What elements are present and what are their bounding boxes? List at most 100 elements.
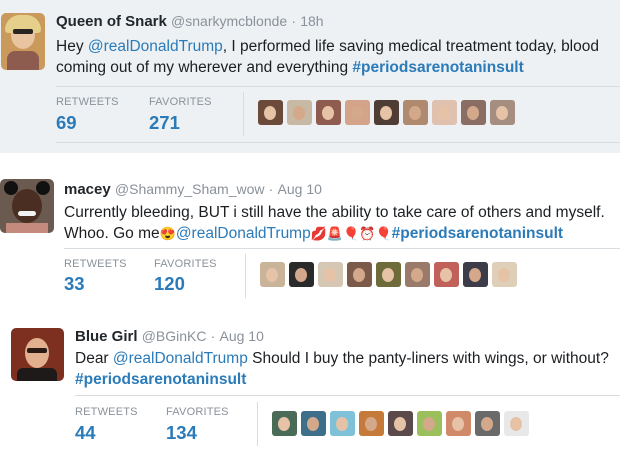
liker-avatar[interactable] [347,262,372,287]
text-segment: Should I buy the panty-liners with wings… [247,350,609,367]
liker-face [440,268,452,282]
retweets-count[interactable]: 44 [75,422,96,444]
mention-link[interactable]: @realDonaldTrump [176,225,311,242]
liker-avatar[interactable] [432,100,457,125]
liker-face [322,106,334,120]
liker-avatar[interactable] [330,411,355,436]
retweets-label: RETWEETS [64,258,127,270]
divider [64,248,620,249]
separator: · [291,13,297,29]
tweet-text: Hey @realDonaldTrump, I performed life s… [56,36,618,78]
liker-avatars [258,100,515,125]
retweets-label: RETWEETS [75,406,138,418]
liker-avatar[interactable] [272,411,297,436]
liker-avatar[interactable] [461,100,486,125]
text-segment: Dear [75,350,113,367]
liker-face [266,268,278,282]
liker-face [324,268,336,282]
liker-face [380,106,392,120]
liker-avatar[interactable] [504,411,529,436]
favorites-count[interactable]: 271 [149,112,180,134]
hashtag-link[interactable]: #periodsarenotaninsult [392,225,563,242]
divider [56,142,620,143]
favorites-label: FAVORITES [154,258,217,270]
display-name[interactable]: Queen of Snark [56,13,167,30]
liker-face [423,417,435,431]
favorites-count[interactable]: 134 [166,422,197,444]
text-segment: Hey [56,38,88,55]
liker-avatar[interactable] [376,262,401,287]
separator: · [210,328,216,344]
handle[interactable]: @Shammy_Sham_wow [115,181,265,197]
liker-face [278,417,290,431]
liker-face [467,106,479,120]
mention-link[interactable]: @realDonaldTrump [113,350,248,367]
liker-avatar[interactable] [417,411,442,436]
liker-face [409,106,421,120]
display-name[interactable]: Blue Girl [75,328,138,345]
handle[interactable]: @BGinKC [142,328,207,344]
liker-avatar[interactable] [318,262,343,287]
favorites-label: FAVORITES [166,406,229,418]
avatar[interactable] [0,179,54,233]
liker-face [469,268,481,282]
liker-avatar[interactable] [434,262,459,287]
tweet-3: Blue Girl @BGinKC · Aug 10 Dear @realDon… [0,312,620,465]
mention-link[interactable]: @realDonaldTrump [88,38,223,55]
liker-face [353,268,365,282]
emoji: 😍 [159,226,176,241]
liker-face [510,417,522,431]
liker-face [411,268,423,282]
tweet-text: Currently bleeding, BUT i still have the… [64,202,616,244]
liker-avatar[interactable] [359,411,384,436]
separator: · [268,181,274,197]
liker-avatar[interactable] [490,100,515,125]
liker-avatar[interactable] [475,411,500,436]
retweets-count[interactable]: 69 [56,112,77,134]
tweet-header: Blue Girl @BGinKC · Aug 10 [75,328,264,345]
liker-avatar[interactable] [345,100,370,125]
liker-avatars [260,262,517,287]
timestamp[interactable]: 18h [300,13,323,29]
stats-divider [245,254,246,298]
liker-face [382,268,394,282]
liker-face [498,268,510,282]
liker-avatar[interactable] [492,262,517,287]
avatar[interactable] [1,13,45,70]
liker-face [293,106,305,120]
liker-avatar[interactable] [289,262,314,287]
timestamp[interactable]: Aug 10 [278,181,322,197]
liker-avatar[interactable] [388,411,413,436]
retweets-label: RETWEETS [56,96,119,108]
liker-avatar[interactable] [260,262,285,287]
liker-avatar[interactable] [316,100,341,125]
timestamp[interactable]: Aug 10 [220,328,264,344]
avatar[interactable] [11,328,64,381]
liker-avatar[interactable] [287,100,312,125]
liker-avatar[interactable] [374,100,399,125]
liker-avatar[interactable] [403,100,428,125]
stats-divider [243,92,244,136]
liker-avatar[interactable] [405,262,430,287]
liker-face [264,106,276,120]
liker-avatar[interactable] [301,411,326,436]
liker-avatars [272,411,529,436]
hashtag-link[interactable]: #periodsarenotaninsult [352,59,523,76]
tweet-1: Queen of Snark @snarkymcblonde · 18h Hey… [0,0,620,153]
liker-avatar[interactable] [463,262,488,287]
tweet-header: Queen of Snark @snarkymcblonde · 18h [56,13,324,30]
divider [75,395,620,396]
hashtag-link[interactable]: #periodsarenotaninsult [75,371,246,388]
favorites-label: FAVORITES [149,96,212,108]
favorites-count[interactable]: 120 [154,273,185,295]
liker-face [351,106,363,120]
retweets-count[interactable]: 33 [64,273,85,295]
liker-avatar[interactable] [258,100,283,125]
liker-face [307,417,319,431]
tweet-header: macey @Shammy_Sham_wow · Aug 10 [64,181,322,198]
handle[interactable]: @snarkymcblonde [171,13,287,29]
tweet-text: Dear @realDonaldTrump Should I buy the p… [75,348,618,390]
display-name[interactable]: macey [64,181,111,198]
liker-face [336,417,348,431]
liker-avatar[interactable] [446,411,471,436]
